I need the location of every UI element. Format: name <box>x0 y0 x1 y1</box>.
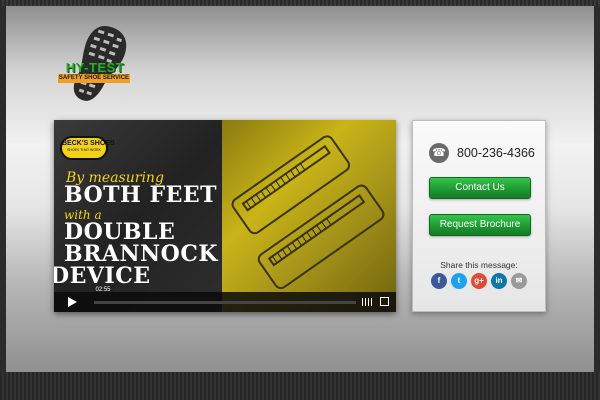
video-controls <box>54 292 396 312</box>
becks-shoes-badge: BECK'S SHOES SHOES THAT WORK <box>60 136 115 160</box>
brand-name: BECK'S SHOES <box>62 140 115 147</box>
progress-bar[interactable] <box>94 301 356 304</box>
contact-us-button[interactable]: Contact Us <box>429 177 531 199</box>
share-label: Share this message: <box>440 260 518 270</box>
logo-subtitle: SAFETY SHOE SERVICE <box>58 74 130 83</box>
video-text-line-2: BOTH FEET <box>64 182 218 208</box>
facebook-icon[interactable]: f <box>431 273 447 289</box>
brannock-device-image <box>222 120 396 312</box>
hy-test-logo[interactable]: HY-TEST SAFETY SHOE SERVICE <box>56 22 146 108</box>
brand-tagline: SHOES THAT WORK <box>67 148 101 152</box>
play-icon[interactable] <box>68 297 77 307</box>
contact-panel: ☎ 800-236-4366 Contact Us Request Brochu… <box>412 120 546 312</box>
phone-number[interactable]: 800-236-4366 <box>457 146 535 160</box>
logo-title: HY-TEST <box>65 60 125 75</box>
google-plus-icon[interactable]: g+ <box>471 273 487 289</box>
linkedin-icon[interactable]: in <box>491 273 507 289</box>
twitter-icon[interactable]: t <box>451 273 467 289</box>
video-player[interactable]: BECK'S SHOES SHOES THAT WORK By measurin… <box>54 120 396 312</box>
phone-icon: ☎ <box>429 143 449 163</box>
bottom-frame <box>0 372 600 400</box>
email-icon[interactable]: ✉ <box>511 273 527 289</box>
request-brochure-button[interactable]: Request Brochure <box>429 214 531 236</box>
volume-icon[interactable] <box>362 298 374 306</box>
fullscreen-icon[interactable] <box>380 297 389 306</box>
